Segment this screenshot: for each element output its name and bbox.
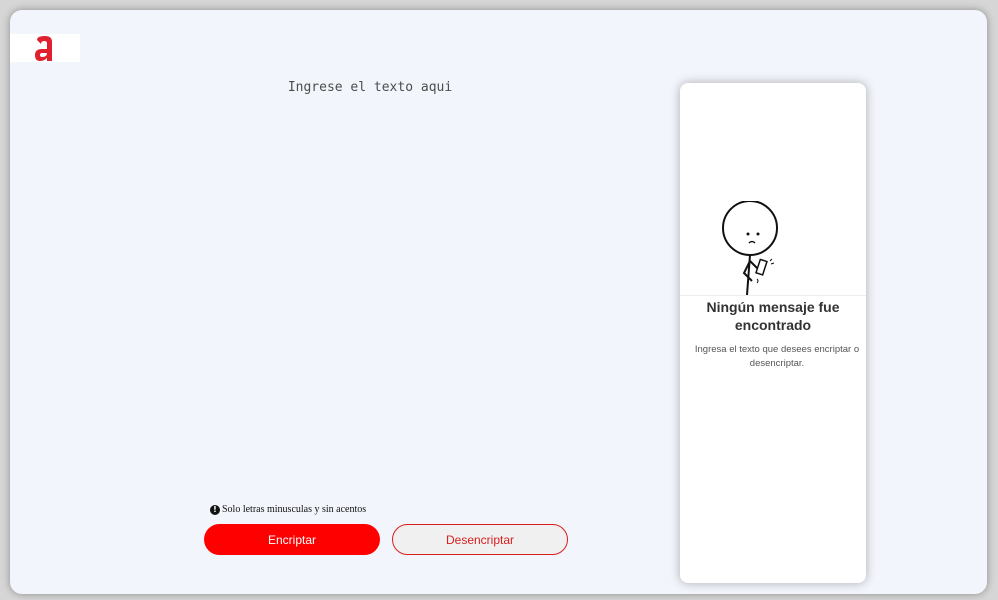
- hint-text: Solo letras minusculas y sin acentos: [222, 504, 367, 515]
- encrypt-button[interactable]: Encriptar: [204, 524, 380, 555]
- result-title: Ningún mensaje fue encontrado: [706, 299, 840, 333]
- info-circle-icon: !: [210, 504, 220, 515]
- logo-a-icon: [35, 36, 52, 61]
- text-input[interactable]: [190, 80, 550, 480]
- result-text: Ingresa el texto que desees encriptar o …: [694, 344, 860, 369]
- logo[interactable]: [10, 34, 80, 62]
- hint: ! Solo letras minusculas y sin acentos: [210, 504, 366, 515]
- app-window: ! Solo letras minusculas y sin acentos E…: [10, 10, 987, 594]
- person-with-phone-icon: [680, 200, 866, 296]
- decrypt-button[interactable]: Desencriptar: [392, 524, 568, 555]
- result-panel: Ningún mensaje fue encontrado Ingresa el…: [680, 83, 866, 583]
